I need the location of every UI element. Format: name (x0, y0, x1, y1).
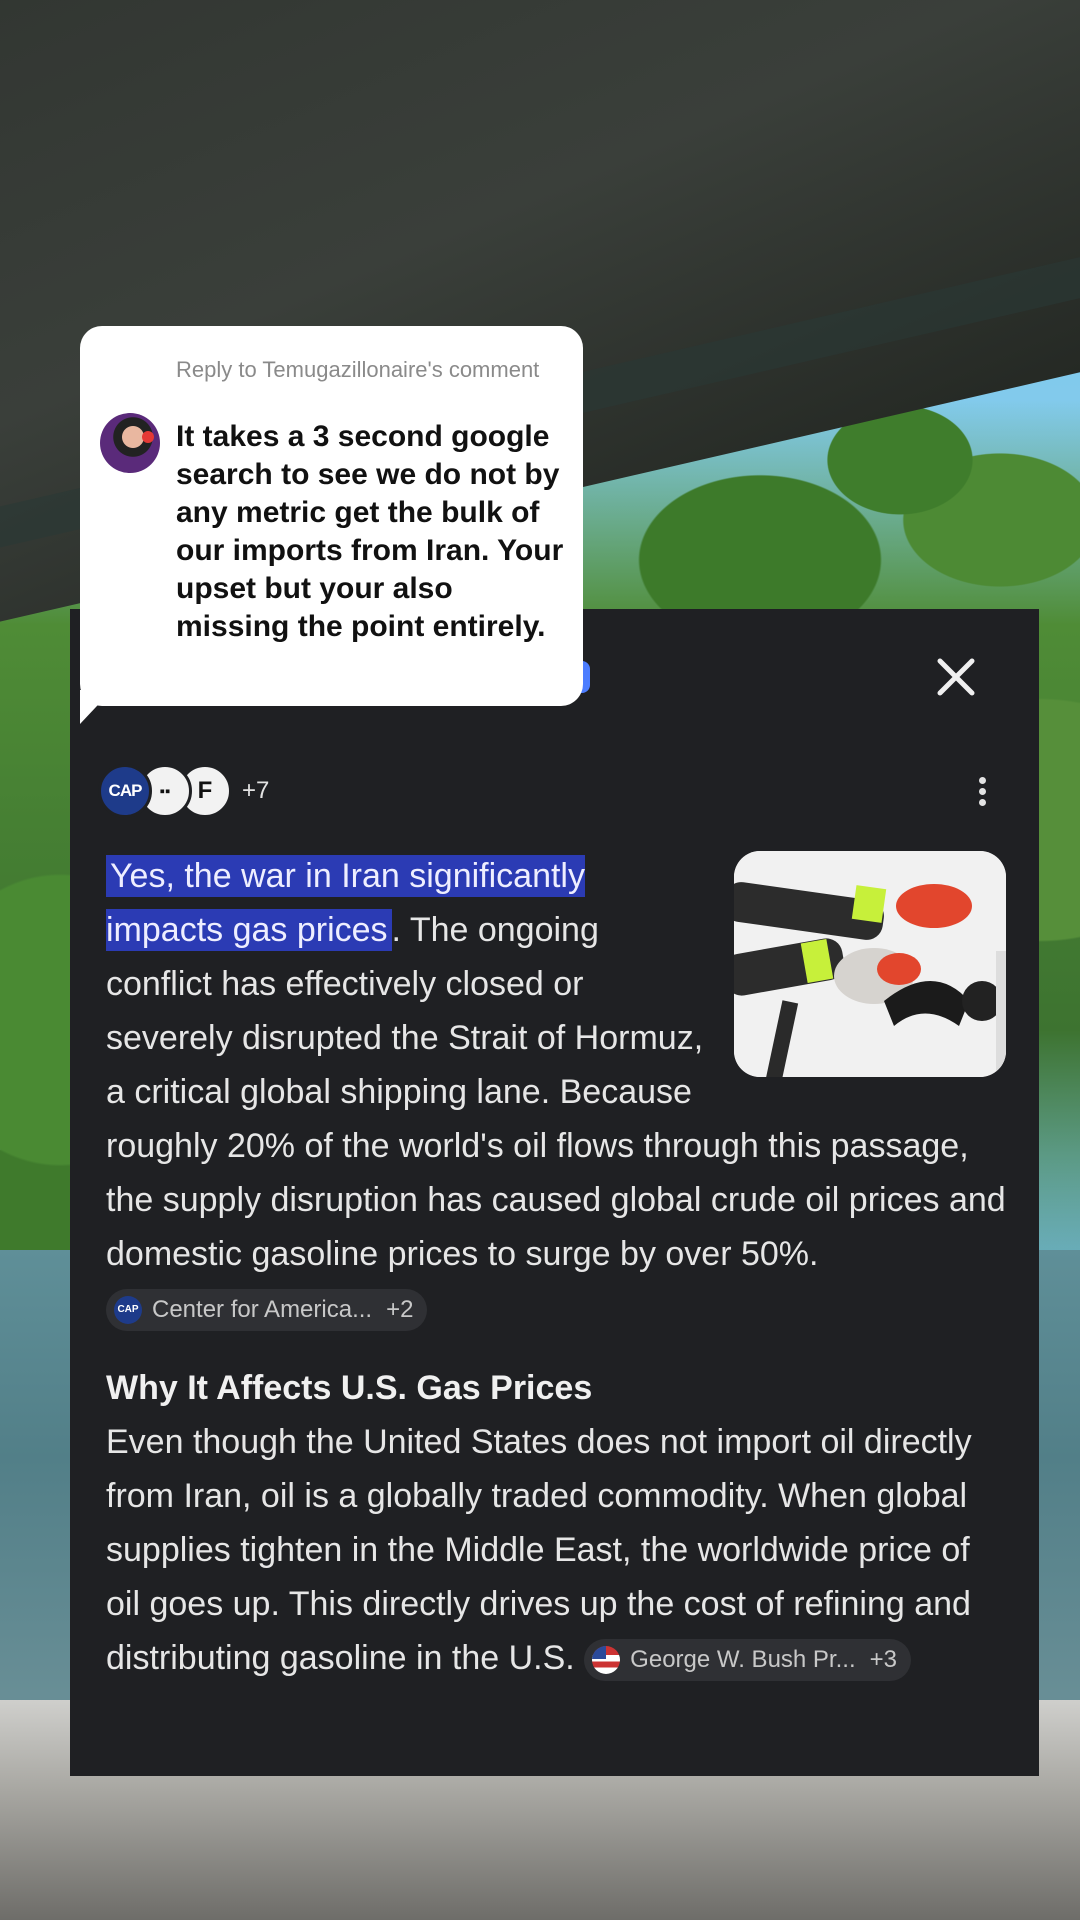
close-icon (937, 658, 975, 696)
chip-label: Center for America... (152, 1296, 373, 1324)
chip-more: +2 (386, 1296, 414, 1324)
answer-text: Yes, the war in Iran significantly impac… (106, 849, 1006, 1685)
source-avatar-cap: CAP (98, 764, 152, 818)
dot (978, 777, 986, 784)
cap-logo-icon: CAP (114, 1296, 142, 1325)
source-chip-center-for-american-progress[interactable]: CAP Center for America... +2 (106, 1289, 428, 1332)
bubble-tail (80, 690, 112, 724)
section-body-wrap: Even though the United States does not i… (106, 1415, 1006, 1685)
close-button[interactable] (928, 649, 984, 705)
source-avatars[interactable]: CAP ▪▪ F +7 (98, 764, 270, 818)
commenter-avatar (100, 413, 160, 473)
more-options-button[interactable] (970, 773, 994, 813)
chip-more: +3 (869, 1646, 897, 1674)
reply-to-label: Reply to Temugazillonaire's comment (176, 357, 540, 382)
dot (978, 788, 986, 795)
us-flag-icon (592, 1646, 621, 1675)
source-count: +7 (242, 777, 270, 804)
comment-text: It takes a 3 second google search to see… (176, 420, 564, 643)
section-heading: Why It Affects U.S. Gas Prices (106, 1369, 593, 1407)
fuel-nozzle-image (734, 851, 1006, 1077)
chip-label: George W. Bush Pr... (630, 1646, 856, 1674)
source-chip-george-w-bush[interactable]: George W. Bush Pr... +3 (584, 1639, 911, 1682)
reply-comment-bubble: Reply to Temugazillonaire's comment It t… (80, 326, 583, 706)
gas-pump-image[interactable] (734, 851, 1006, 1077)
dot (978, 799, 986, 806)
ai-answer-panel: CAP ▪▪ F +7 Yes, the war in Iran signifi… (70, 609, 1039, 1776)
